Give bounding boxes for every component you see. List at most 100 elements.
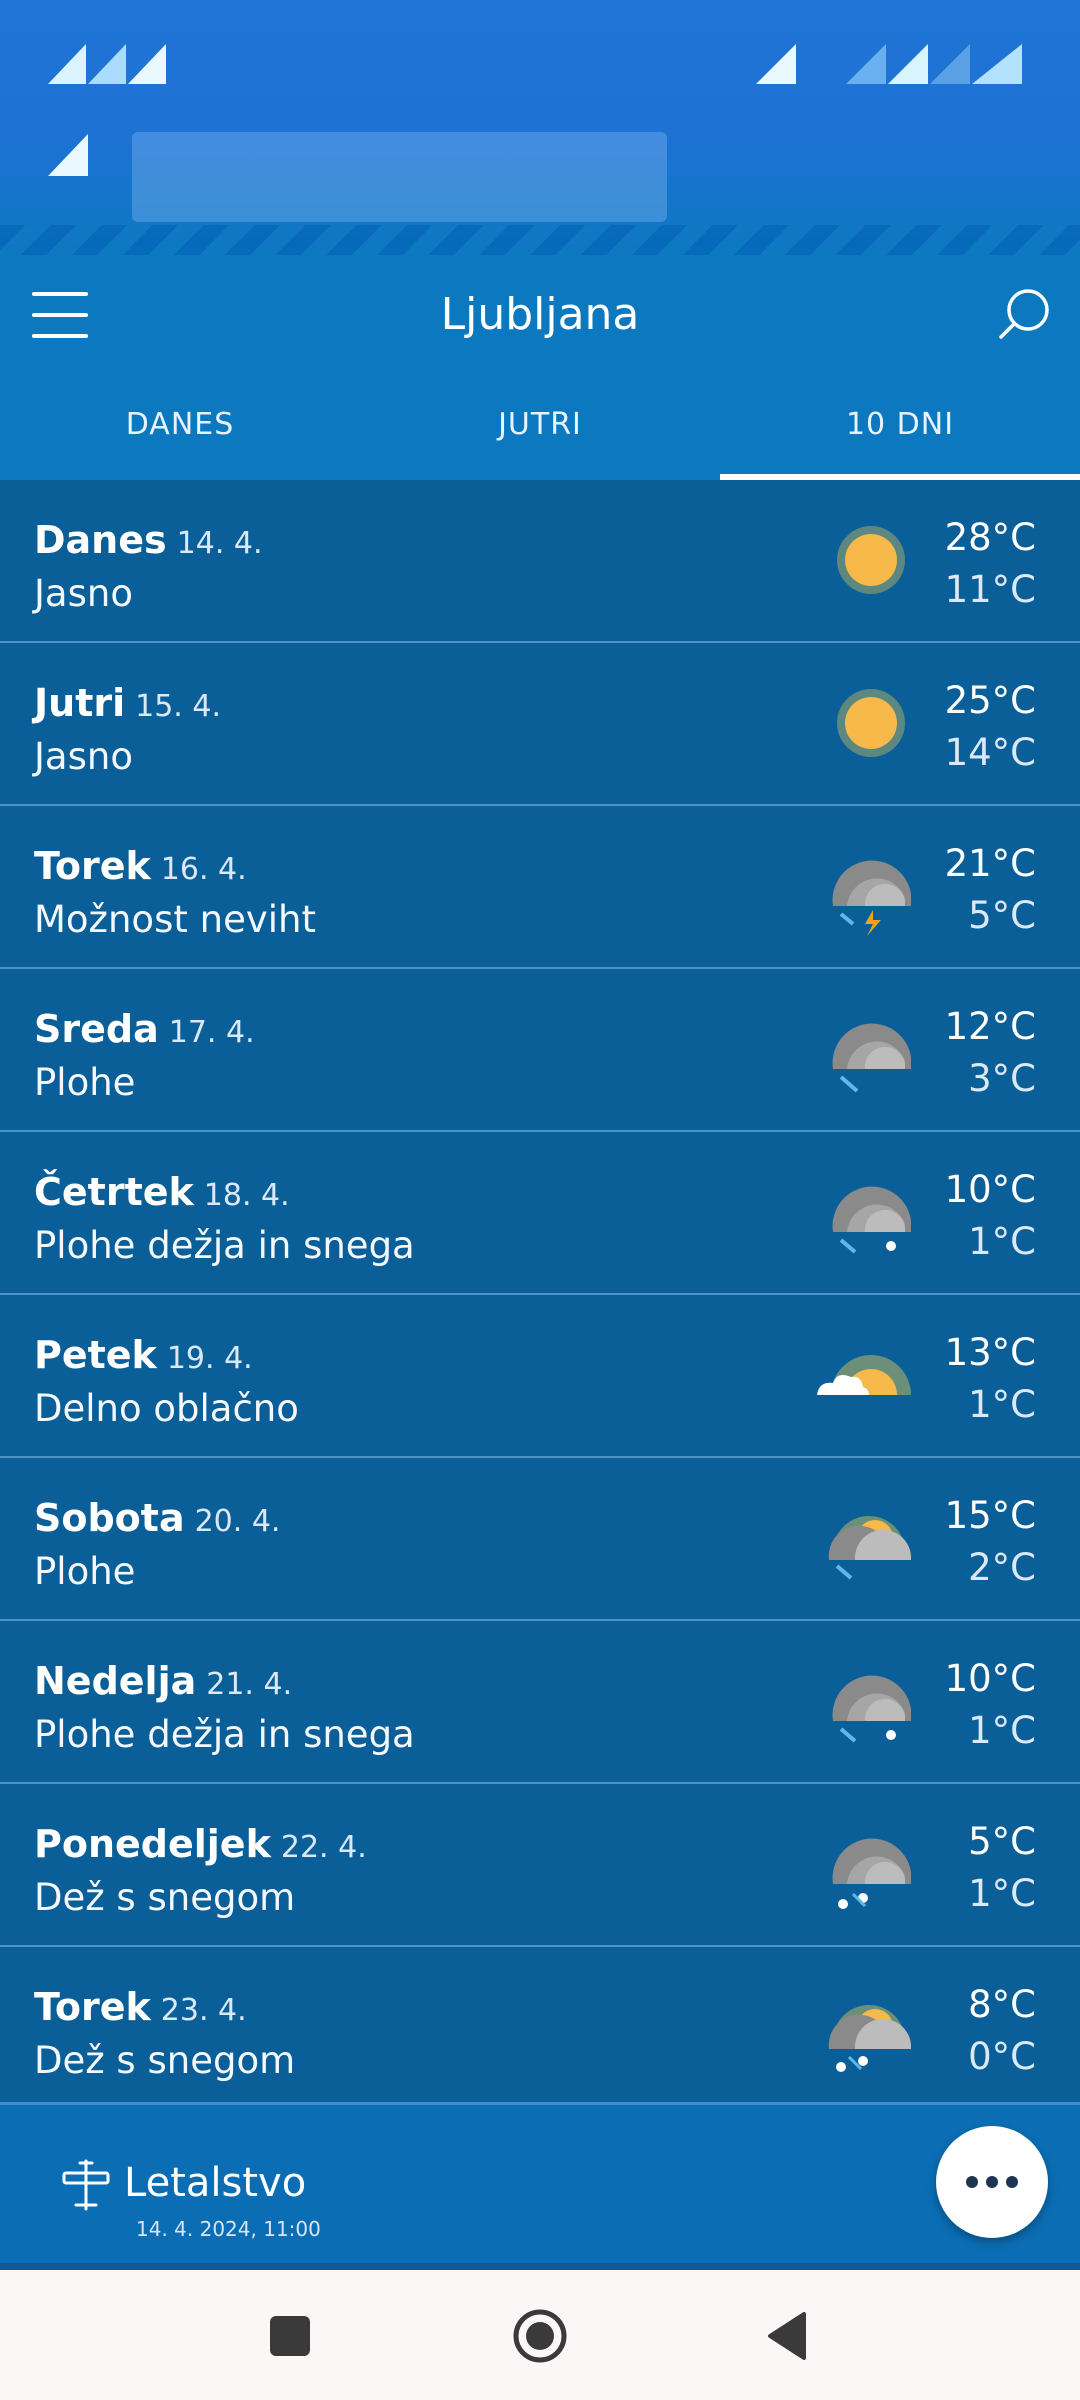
temp-high: 12°C	[944, 1005, 1036, 1048]
weather-description: Plohe dežja in snega	[34, 1713, 415, 1756]
day-name: Ponedeljek 22. 4.	[34, 1822, 367, 1866]
page-title: Ljubljana	[440, 289, 640, 340]
home-button[interactable]	[508, 2304, 572, 2368]
day-name: Danes 14. 4.	[34, 518, 263, 562]
status-icon	[972, 44, 1022, 84]
tab-10-dni[interactable]: 10 DNI	[720, 380, 1080, 480]
status-icon	[930, 44, 970, 84]
status-icon	[128, 44, 166, 84]
thunderstorm-icon	[832, 860, 911, 936]
weather-description: Plohe	[34, 1061, 136, 1104]
weather-description: Dež s snegom	[34, 2039, 296, 2082]
aviation-bar[interactable]: Letalstvo 14. 4. 2024, 11:00	[0, 2102, 1080, 2263]
sun-icon	[837, 689, 905, 757]
temp-high: 25°C	[944, 679, 1036, 722]
forecast-row[interactable]: Torek 23. 4. Dež s snegom 8°C 0°C	[0, 1947, 1080, 2110]
menu-icon-bar	[32, 292, 88, 296]
system-nav-bar	[0, 2270, 1080, 2400]
temp-low: 2°C	[968, 1546, 1036, 1589]
status-icon	[48, 134, 88, 176]
forecast-row[interactable]: Sobota 20. 4. Plohe 15°C 2°C	[0, 1458, 1080, 1621]
day-label: Sreda	[34, 1007, 159, 1051]
forecast-row[interactable]: Sreda 17. 4. Plohe 12°C 3°C	[0, 969, 1080, 1132]
day-label: Torek	[34, 1985, 151, 2029]
status-icon	[48, 44, 86, 84]
day-date: 18. 4.	[203, 1178, 290, 1213]
status-bar	[0, 0, 1080, 255]
temp-low: 11°C	[944, 568, 1036, 611]
temp-low: 14°C	[944, 731, 1036, 774]
temp-high: 8°C	[968, 1983, 1036, 2026]
tab-danes[interactable]: DANES	[0, 380, 360, 480]
search-icon	[999, 289, 1049, 339]
forecast-row[interactable]: Nedelja 21. 4. Plohe dežja in snega 10°C 1°C	[0, 1621, 1080, 1784]
day-date: 15. 4.	[135, 689, 221, 724]
temp-high: 15°C	[944, 1494, 1036, 1537]
more-options-button[interactable]	[936, 2126, 1048, 2238]
temp-high: 28°C	[944, 516, 1036, 559]
sun-cloud-rain-icon	[828, 1515, 911, 1580]
day-name: Petek 19. 4.	[34, 1333, 253, 1377]
day-date: 16. 4.	[160, 852, 247, 887]
forecast-row[interactable]: Danes 14. 4. Jasno 28°C 11°C	[0, 480, 1080, 643]
temp-high: 10°C	[944, 1168, 1036, 1211]
sun-icon	[837, 526, 905, 594]
day-date: 23. 4.	[160, 1993, 247, 2028]
day-name: Sreda 17. 4.	[34, 1007, 255, 1051]
wave-decoration	[0, 225, 1080, 255]
day-label: Četrtek	[34, 1170, 194, 1214]
redacted-area	[132, 132, 667, 222]
day-date: 20. 4.	[194, 1504, 281, 1539]
temp-low: 1°C	[968, 1220, 1036, 1263]
day-label: Torek	[34, 844, 151, 888]
temp-low: 0°C	[968, 2035, 1036, 2078]
back-button[interactable]	[756, 2304, 820, 2368]
status-icon	[756, 44, 796, 84]
rain-snow-showers-icon	[832, 1675, 911, 1743]
menu-icon-bar	[32, 313, 88, 317]
day-date: 21. 4.	[206, 1667, 293, 1702]
day-label: Petek	[34, 1333, 157, 1377]
status-icon	[888, 44, 928, 84]
search-button[interactable]	[994, 284, 1054, 344]
temp-high: 13°C	[944, 1331, 1036, 1374]
forecast-row[interactable]: Petek 19. 4. Delno oblačno 13°C 1°C	[0, 1295, 1080, 1458]
forecast-list: Danes 14. 4. Jasno 28°C 11°C Jutri 15. 4. Jasno…	[0, 480, 1080, 2110]
weather-description: Plohe dežja in snega	[34, 1224, 415, 1267]
forecast-row[interactable]: Jutri 15. 4. Jasno 25°C 14°C	[0, 643, 1080, 806]
day-label: Jutri	[34, 681, 126, 725]
temp-high: 5°C	[968, 1820, 1036, 1863]
status-icon	[88, 44, 126, 84]
day-date: 17. 4.	[168, 1015, 255, 1050]
day-date: 14. 4.	[176, 526, 263, 561]
tab-bar: DANES JUTRI 10 DNI	[0, 380, 1080, 480]
weather-description: Možnost neviht	[34, 898, 316, 941]
day-name: Jutri 15. 4.	[34, 681, 221, 725]
day-name: Nedelja 21. 4.	[34, 1659, 292, 1703]
more-dots-icon	[966, 2176, 1018, 2188]
temp-low: 5°C	[968, 894, 1036, 937]
forecast-row[interactable]: Torek 16. 4. Možnost neviht 21°C 5°C	[0, 806, 1080, 969]
forecast-row[interactable]: Ponedeljek 22. 4. Dež s snegom 5°C 1°C	[0, 1784, 1080, 1947]
temp-low: 1°C	[968, 1872, 1036, 1915]
temp-low: 3°C	[968, 1057, 1036, 1100]
sun-cloud-sleet-icon	[828, 2004, 911, 2072]
status-icon	[846, 44, 886, 84]
forecast-row[interactable]: Četrtek 18. 4. Plohe dežja in snega 10°C 1°C	[0, 1132, 1080, 1295]
back-triangle-icon	[768, 2312, 806, 2360]
temp-low: 1°C	[968, 1383, 1036, 1426]
menu-button[interactable]	[32, 292, 88, 338]
day-name: Sobota 20. 4.	[34, 1496, 280, 1540]
home-circle-icon	[513, 2309, 567, 2363]
day-label: Nedelja	[34, 1659, 197, 1703]
weather-description: Jasno	[34, 572, 133, 615]
day-date: 22. 4.	[280, 1830, 367, 1865]
temp-high: 10°C	[944, 1657, 1036, 1700]
airplane-icon	[62, 2159, 110, 2211]
day-date: 19. 4.	[166, 1341, 253, 1376]
day-name: Torek 23. 4.	[34, 1985, 247, 2029]
menu-icon-bar	[32, 334, 88, 338]
tab-jutri[interactable]: JUTRI	[360, 380, 720, 480]
recent-apps-button[interactable]	[256, 2304, 320, 2368]
day-label: Danes	[34, 518, 167, 562]
